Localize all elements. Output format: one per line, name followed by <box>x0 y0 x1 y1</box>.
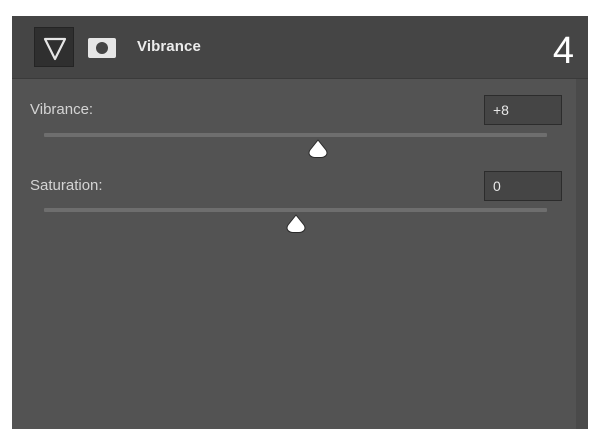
properties-panel: Vibrance 4 Vibrance: Saturation: <box>12 16 588 429</box>
adjustment-icon-button[interactable] <box>34 27 74 67</box>
vibrance-slider-thumb[interactable] <box>307 139 329 159</box>
vibrance-value-field[interactable] <box>484 95 562 125</box>
step-number: 4 <box>552 30 574 72</box>
adjustment-title: Vibrance <box>137 38 201 55</box>
panel-scrollbar[interactable] <box>576 79 588 429</box>
saturation-label: Saturation: <box>30 177 103 194</box>
saturation-slider-thumb[interactable] <box>285 214 307 234</box>
vibrance-label: Vibrance: <box>30 101 94 118</box>
panel-header: Vibrance 4 <box>12 16 588 79</box>
saturation-slider-track[interactable] <box>44 208 547 212</box>
saturation-value-field[interactable] <box>484 171 562 201</box>
layer-mask-icon[interactable] <box>88 38 116 58</box>
adjustment-triangle-icon <box>43 37 67 61</box>
vibrance-slider-track[interactable] <box>44 133 547 137</box>
